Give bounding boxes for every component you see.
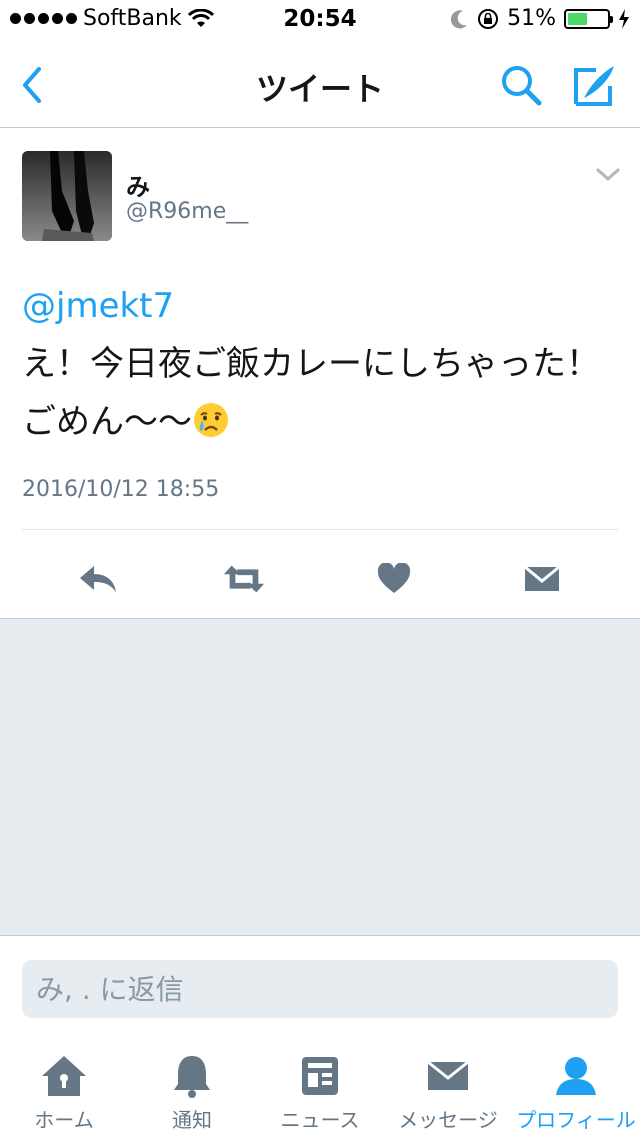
reply-icon: [80, 566, 116, 592]
heart-icon: [377, 563, 411, 593]
crying-face-icon: [194, 403, 228, 437]
status-right: 51%: [451, 6, 630, 31]
news-icon: [302, 1057, 338, 1095]
chevron-down-icon: [596, 168, 620, 182]
tab-home[interactable]: ホーム: [0, 1036, 128, 1136]
tab-profile[interactable]: プロフィール: [512, 1036, 640, 1136]
envelope-icon: [427, 1060, 469, 1090]
tweet-actions: [0, 549, 640, 609]
avatar-image: [22, 151, 112, 241]
tweet-timestamp: 2016/10/12 18:55: [22, 477, 220, 502]
like-button[interactable]: [372, 557, 416, 601]
retweet-icon: [223, 565, 265, 593]
compose-quill-icon: [574, 66, 614, 106]
search-button[interactable]: [498, 62, 544, 108]
person-icon: [556, 1057, 596, 1095]
tab-bar: ホーム 通知 ニュース メッセージ プロフィール: [0, 1036, 640, 1136]
reply-button[interactable]: [76, 557, 120, 601]
tab-label: ホーム: [34, 1108, 94, 1132]
avatar[interactable]: [22, 151, 112, 241]
charging-bolt-icon: [619, 8, 629, 29]
tweet-menu-button[interactable]: [596, 167, 620, 187]
moon-icon: [451, 9, 468, 28]
home-icon: [42, 1056, 86, 1096]
tab-label: ニュース: [280, 1108, 360, 1132]
compose-button[interactable]: [572, 62, 618, 108]
user-name[interactable]: み: [126, 167, 150, 202]
tweet-body: @jmekt7 え！今日夜ご飯カレーにしちゃった！ごめん〜〜: [22, 277, 622, 451]
user-handle[interactable]: @R96me__: [126, 199, 248, 224]
search-icon: [502, 66, 542, 106]
reply-input[interactable]: [22, 960, 618, 1018]
envelope-icon: [524, 565, 560, 591]
tab-label: 通知: [172, 1108, 212, 1132]
tab-notifications[interactable]: 通知: [128, 1036, 256, 1136]
tab-label: メッセージ: [398, 1108, 498, 1132]
empty-replies-area: [0, 619, 640, 935]
retweet-button[interactable]: [222, 557, 266, 601]
bell-icon: [174, 1056, 210, 1098]
tweet-text: え！今日夜ご飯カレーにしちゃった！ごめん〜〜: [22, 344, 600, 442]
tab-label: プロフィール: [516, 1108, 636, 1132]
tab-news[interactable]: ニュース: [256, 1036, 384, 1136]
tab-messages[interactable]: メッセージ: [384, 1036, 512, 1136]
mention-link[interactable]: @jmekt7: [22, 277, 622, 335]
rotation-lock-icon: [478, 8, 499, 29]
divider: [22, 529, 618, 530]
navigation-bar: ツイート: [0, 40, 640, 128]
battery-icon: [564, 8, 613, 29]
direct-message-button[interactable]: [520, 557, 564, 601]
page-title: ツイート: [255, 70, 384, 108]
status-bar: SoftBank 20:54 51%: [0, 0, 640, 40]
battery-percent: 51%: [507, 6, 556, 31]
reply-bar: [0, 936, 640, 1036]
tweet-detail: み @R96me__ @jmekt7 え！今日夜ご飯カレーにしちゃった！ごめん〜…: [0, 129, 640, 619]
